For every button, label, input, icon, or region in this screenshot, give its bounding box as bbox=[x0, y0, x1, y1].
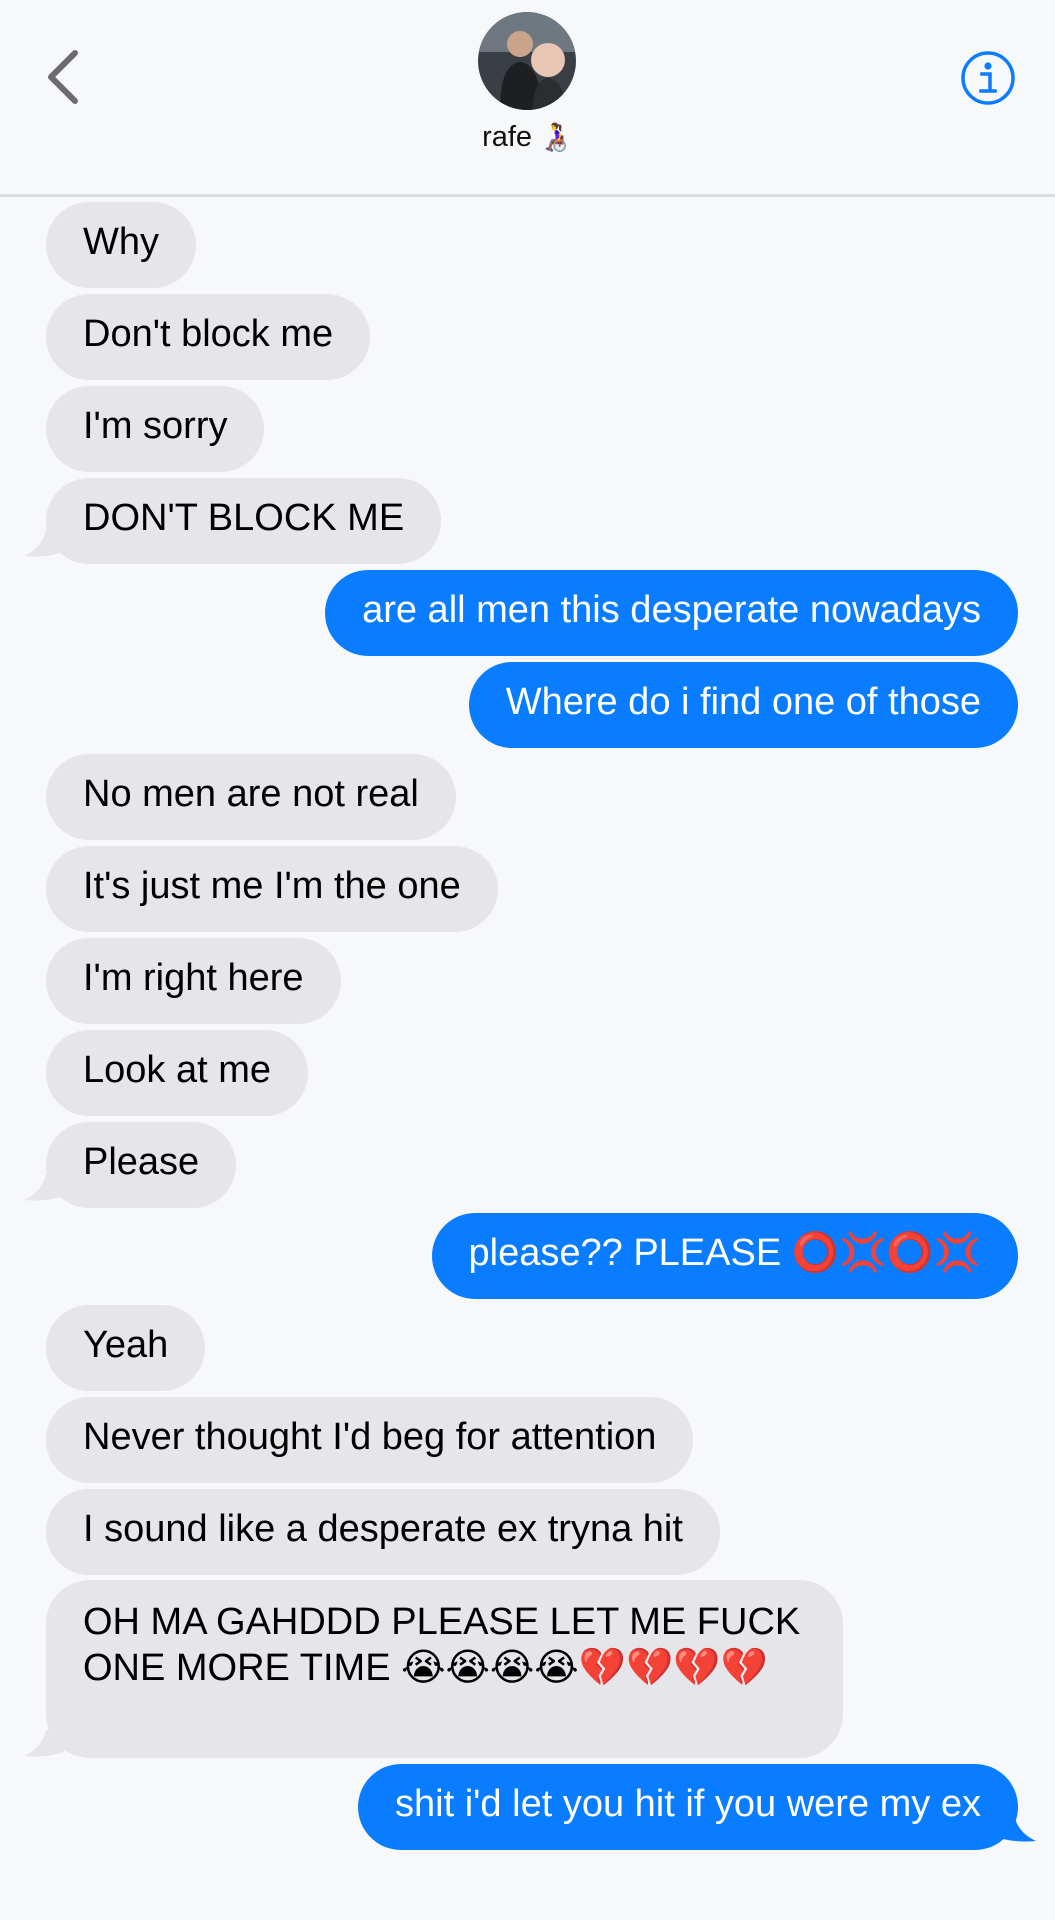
message-bubble-incoming[interactable]: Yeah bbox=[46, 1305, 206, 1391]
info-icon[interactable] bbox=[960, 50, 1016, 106]
message-bubble-incoming[interactable]: No men are not real bbox=[46, 754, 456, 840]
message-bubble-incoming[interactable]: Never thought I'd beg for attention bbox=[46, 1397, 694, 1483]
message-bubble-outgoing[interactable]: please?? PLEASE ⭕💢⭕💢 bbox=[431, 1213, 1018, 1299]
message-bubble-incoming[interactable]: Why bbox=[46, 202, 196, 288]
bubble-tail-incoming bbox=[24, 1174, 64, 1201]
bubble-tail-outgoing bbox=[996, 1815, 1036, 1842]
wheelchair-emoji-icon: 👩‍🦽 bbox=[538, 121, 573, 152]
message-bubble-incoming[interactable]: Don't block me bbox=[46, 294, 371, 380]
conversation-header: rafe 👩‍🦽 bbox=[0, 0, 1055, 197]
message-bubble-outgoing[interactable]: Where do i find one of those bbox=[468, 662, 1018, 748]
message-bubble-incoming[interactable]: OH MA GAHDDD PLEASE LET ME FUCK ONE MORE… bbox=[46, 1580, 843, 1758]
contact-name[interactable]: rafe 👩‍🦽 bbox=[0, 120, 1055, 154]
message-bubble-incoming[interactable]: I'm sorry bbox=[46, 386, 265, 472]
message-bubble-incoming[interactable]: I sound like a desperate ex tryna hit bbox=[46, 1489, 720, 1575]
chevron-left-icon[interactable] bbox=[38, 42, 88, 112]
message-bubble-outgoing[interactable]: are all men this desperate nowadays bbox=[325, 570, 1018, 656]
message-bubble-outgoing[interactable]: shit i'd let you hit if you were my ex bbox=[358, 1764, 1018, 1850]
contact-avatar[interactable] bbox=[478, 12, 576, 110]
message-bubble-incoming[interactable]: Please bbox=[46, 1122, 237, 1208]
message-bubble-incoming[interactable]: Look at me bbox=[46, 1030, 308, 1116]
message-bubble-incoming[interactable]: I'm right here bbox=[46, 938, 341, 1024]
message-bubble-incoming[interactable]: It's just me I'm the one bbox=[46, 846, 498, 932]
bubble-tail-incoming bbox=[24, 530, 64, 557]
bubble-tail-incoming bbox=[24, 1730, 64, 1757]
message-bubble-incoming[interactable]: DON'T BLOCK ME bbox=[46, 478, 442, 564]
contact-name-text: rafe bbox=[482, 121, 533, 153]
